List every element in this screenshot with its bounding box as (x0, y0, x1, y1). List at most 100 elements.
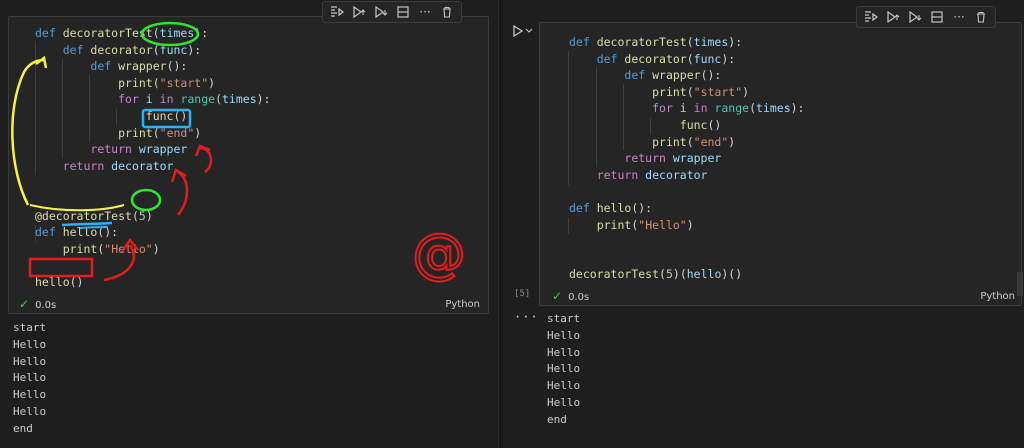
delete-cell-icon[interactable] (437, 3, 457, 21)
split-cell-icon[interactable] (393, 3, 413, 21)
run-by-line-icon[interactable] (327, 3, 347, 21)
code-token: () (69, 274, 84, 289)
code-line: for i in range(times): (35, 91, 270, 108)
code-token: decoratorTest (569, 267, 660, 282)
code-line: return decorator (569, 167, 804, 184)
code-token: print (596, 217, 632, 232)
code-cell[interactable]: def decoratorTest(times): def decorator (… (8, 16, 489, 314)
code-token: ( (152, 26, 160, 40)
output-line: Hello (13, 371, 47, 385)
more-actions-icon[interactable]: ··· (949, 8, 969, 26)
language-label[interactable]: Python (980, 291, 1015, 302)
code-token: ( (686, 35, 694, 49)
code-token: ) (742, 84, 750, 99)
code-line: return decorator (35, 158, 270, 175)
code-token: ( (749, 101, 756, 116)
code-token: hello (686, 267, 722, 282)
code-editor[interactable]: def decoratorTest(times): def decorator(… (569, 34, 804, 283)
code-token: ): (721, 51, 736, 66)
code-token: wrapper (672, 151, 722, 166)
code-token: ): (256, 92, 271, 107)
execute-below-icon[interactable] (371, 3, 391, 21)
code-token: def (35, 225, 63, 240)
code-line: func() (35, 108, 270, 125)
code-cell[interactable]: def decoratorTest(times): def decorator(… (539, 22, 1022, 306)
code-line: def decoratorTest(times): (35, 25, 270, 42)
code-line: print("start") (569, 84, 804, 101)
execution-count: [5] (514, 289, 531, 299)
output-line: end (547, 412, 567, 426)
execution-time: 0.0s (35, 300, 57, 311)
output-line: start (547, 312, 581, 325)
execute-above-icon[interactable] (883, 8, 903, 26)
output-line: Hello (547, 395, 581, 409)
more-actions-icon[interactable]: ··· (415, 3, 435, 21)
language-label[interactable]: Python (445, 299, 480, 310)
code-line: def hello(): (35, 224, 270, 241)
left-notebook-pane: ··· def decoratorTest(times): def decora… (0, 0, 498, 448)
output-line: Hello (547, 328, 581, 342)
code-token: print (118, 75, 153, 90)
code-token: func (145, 108, 174, 123)
right-notebook-pane: ··· def decoratorTest(times): def decora… (502, 0, 1024, 448)
output-actions-icon[interactable]: ··· (514, 310, 539, 324)
execute-above-icon[interactable] (349, 3, 369, 21)
code-token: ) (152, 241, 160, 256)
code-token: def (569, 200, 597, 215)
code-token: func (159, 42, 188, 57)
output-line: Hello (547, 379, 581, 393)
code-token: i (145, 92, 160, 107)
output-line: Hello (13, 404, 47, 418)
execute-below-icon[interactable] (905, 8, 925, 26)
code-token: wrapper (118, 59, 167, 74)
code-editor[interactable]: def decoratorTest(times): def decorator (… (35, 25, 270, 291)
code-token: ( (686, 134, 694, 149)
code-line: print("start") (35, 75, 270, 92)
code-line: def hello(): (569, 200, 804, 217)
delete-cell-icon[interactable] (971, 8, 991, 26)
output-line: Hello (547, 362, 581, 376)
code-token: (): (631, 200, 653, 215)
code-token: decorator (111, 158, 174, 173)
run-cell-button[interactable] (512, 24, 534, 41)
scrollbar[interactable] (1017, 272, 1023, 296)
code-token: @decoratorTest (35, 208, 132, 223)
cell-toolbar: ··· (856, 6, 996, 28)
code-line: print("end") (569, 134, 804, 151)
cell-output: start Hello Hello Hello Hello Hello end (547, 311, 580, 429)
code-token: ) (686, 217, 694, 232)
code-token: def (569, 35, 597, 49)
code-token: wrapper (652, 68, 701, 83)
code-line: func() (569, 117, 804, 134)
split-cell-icon[interactable] (927, 8, 947, 26)
code-token: decorator (624, 51, 687, 66)
code-token: ( (152, 75, 160, 90)
code-token: def (35, 26, 63, 40)
execution-time: 0.0s (568, 292, 590, 303)
code-token: ): (187, 42, 202, 57)
code-line: for i in range(times): (569, 100, 804, 117)
cell-status: ✓ 0.0s (552, 289, 589, 303)
run-by-line-icon[interactable] (861, 8, 881, 26)
output-line: Hello (13, 337, 47, 351)
code-token: def (624, 68, 653, 83)
code-token: decoratorTest (596, 35, 687, 49)
code-token: return (62, 158, 112, 173)
code-token: (): (166, 59, 188, 74)
code-token: "end" (693, 134, 729, 149)
code-token: 5 (138, 208, 146, 223)
code-token: hello (35, 274, 70, 289)
